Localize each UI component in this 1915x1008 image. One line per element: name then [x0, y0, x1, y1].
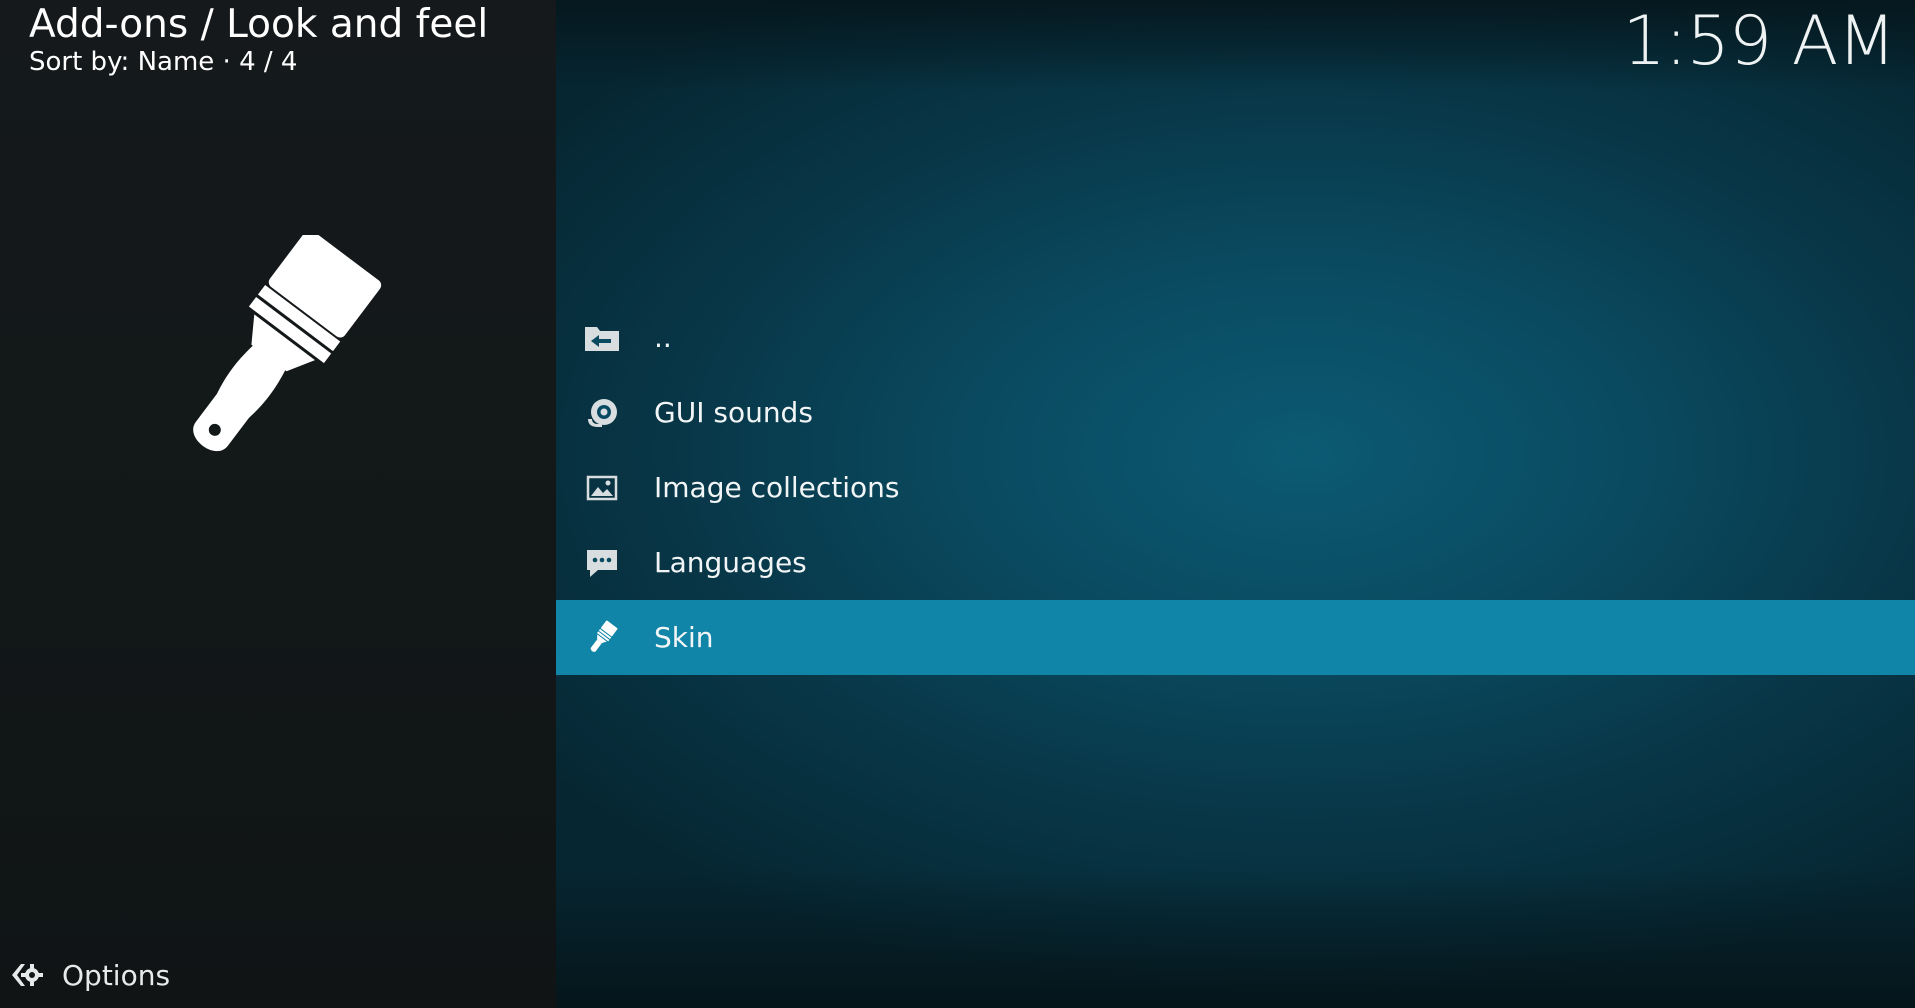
left-info-panel: [0, 0, 556, 1008]
list-item-languages[interactable]: Languages: [556, 525, 1915, 600]
options-button[interactable]: Options: [8, 955, 170, 995]
sort-info: Sort by: Name · 4 / 4: [29, 47, 298, 77]
options-arrow-gear-icon: [8, 957, 44, 993]
image-icon: [582, 468, 622, 508]
speech-bubble-icon: [582, 543, 622, 583]
folder-back-icon: [582, 318, 622, 358]
clock: 1:59 AM: [1622, 2, 1896, 81]
paintbrush-icon: [145, 229, 405, 465]
list-item-label: Skin: [654, 620, 714, 654]
paintbrush-icon: [582, 618, 622, 658]
list-item-gui-sounds[interactable]: GUI sounds: [556, 375, 1915, 450]
addon-category-list: .. GUI sounds Image collections Language…: [556, 300, 1915, 675]
list-item-label: Image collections: [654, 470, 900, 504]
list-item-image-collections[interactable]: Image collections: [556, 450, 1915, 525]
options-label: Options: [62, 958, 171, 992]
list-item-label: ..: [654, 320, 672, 354]
list-item-parent-folder[interactable]: ..: [556, 300, 1915, 375]
kodi-screen: Add-ons / Look and feel Sort by: Name · …: [0, 0, 1915, 1008]
page-title: Add-ons / Look and feel: [29, 2, 489, 47]
list-item-label: GUI sounds: [654, 395, 813, 429]
list-item-skin[interactable]: Skin: [556, 600, 1915, 675]
speaker-icon: [582, 393, 622, 433]
list-item-label: Languages: [654, 545, 807, 579]
